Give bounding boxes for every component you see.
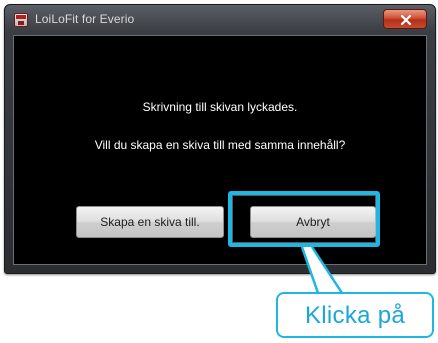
- callout-box: Klicka på: [276, 292, 434, 338]
- callout-text: Klicka på: [304, 302, 406, 329]
